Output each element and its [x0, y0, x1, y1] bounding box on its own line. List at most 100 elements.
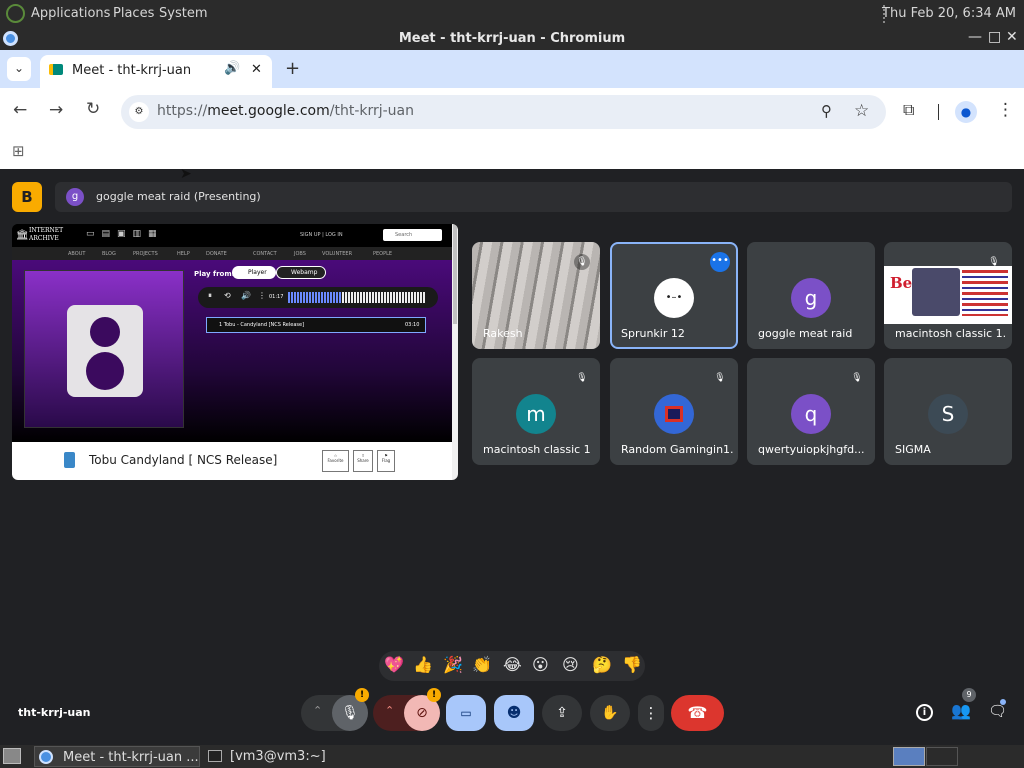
reaction-laugh[interactable]: 😂 — [503, 655, 522, 674]
applications-menu[interactable]: Applications — [31, 6, 110, 21]
participant-tile-macintosh-screen[interactable]: Be 🎙 macintosh classic 1... — [884, 242, 1012, 349]
participant-avatar — [654, 394, 694, 434]
pause-icon[interactable]: ⏸ — [208, 291, 212, 301]
reload-icon[interactable]: ↻ — [86, 99, 100, 119]
participant-tile-sprunkir[interactable]: ••• •–• Sprunkir 12 — [610, 242, 738, 349]
ia-nav-item: DONATE — [206, 251, 227, 257]
meet-stage: B g goggle meat raid (Presenting) 🏛 INTE… — [0, 169, 1024, 745]
shared-scrollbar[interactable] — [452, 224, 458, 480]
participant-tile-random[interactable]: 🎙 Random Gamingin1... — [610, 358, 738, 465]
zoom-icon[interactable]: ⚲ — [821, 102, 832, 120]
flag-button[interactable]: ⚑ Flag — [377, 450, 395, 472]
share-button[interactable]: ⇪ Share — [353, 450, 373, 472]
raise-hand-button[interactable]: ✋ — [590, 695, 630, 731]
reaction-thinking[interactable]: 🤔 — [592, 655, 612, 674]
bookmarks-bar: ⊞ — [0, 136, 1024, 169]
shared-screen[interactable]: 🏛 INTERNET ARCHIVE ▭▤▣▥▦ SIGN UP | LOG I… — [12, 224, 458, 480]
close-tab-icon[interactable]: ✕ — [251, 62, 262, 77]
more-vert-icon: ⋮ — [643, 704, 659, 722]
more-options-icon[interactable]: ••• — [710, 252, 730, 272]
ia-header: 🏛 INTERNET ARCHIVE ▭▤▣▥▦ SIGN UP | LOG I… — [12, 224, 452, 247]
gnome-top-panel: Applications Places System Thu Feb 20, 6… — [0, 0, 1024, 28]
end-call-button[interactable]: ☎ — [671, 695, 724, 731]
volume-icon[interactable]: 🔊 — [241, 291, 251, 300]
close-window-icon[interactable]: ✕ — [1006, 29, 1018, 45]
meeting-info-icon[interactable]: i — [916, 704, 933, 721]
tab-meet[interactable]: Meet - tht-krrj-uan 🔊 ✕ — [40, 55, 272, 88]
minimize-icon[interactable]: — — [968, 29, 982, 45]
workspace-switcher[interactable] — [893, 747, 925, 766]
address-bar[interactable]: ⚙ https://meet.google.com/tht-krrj-uan ⚲… — [121, 95, 886, 129]
webamp-toggle[interactable]: Webamp — [276, 266, 326, 279]
presenter-label: goggle meat raid (Presenting) — [96, 190, 261, 203]
present-button[interactable]: ⇪ — [542, 695, 582, 731]
loop-icon[interactable]: ⟲ — [224, 291, 231, 300]
favorite-button[interactable]: ☆ Favorite — [322, 450, 349, 472]
favorite-label: Favorite — [327, 458, 344, 463]
show-desktop-icon[interactable] — [3, 748, 21, 764]
waveform[interactable] — [288, 292, 426, 303]
menu-kebab-icon[interactable]: ⋮ — [997, 100, 1014, 120]
speaker-icon[interactable]: 🔊 — [224, 61, 240, 76]
gnome-logo-icon[interactable] — [6, 4, 25, 23]
terminal-icon — [208, 750, 222, 762]
tab-title: Meet - tht-krrj-uan — [72, 63, 192, 78]
participant-tile-macintosh[interactable]: 🎙 m macintosh classic 1 — [472, 358, 600, 465]
meet-logo-letter: B — [21, 188, 33, 206]
workspace-switcher-2[interactable] — [926, 747, 958, 766]
participant-avatar: •–• — [654, 278, 694, 318]
participant-tile-rakesh[interactable]: 🎙 Rakesh — [472, 242, 600, 349]
presenter-banner[interactable]: g goggle meat raid (Presenting) — [55, 182, 1012, 212]
mic-options-chevron-icon[interactable]: ⌃ — [313, 704, 322, 717]
places-menu[interactable]: Places — [113, 6, 154, 21]
apps-grid-icon[interactable]: ⊞ — [12, 142, 25, 160]
reaction-clap[interactable]: 👏 — [472, 655, 492, 674]
presenter-avatar: g — [66, 188, 84, 206]
participant-tile-goggle[interactable]: g goggle meat raid — [747, 242, 875, 349]
clock[interactable]: Thu Feb 20, 6:34 AM — [882, 6, 1016, 21]
chevron-down-icon: ⌄ — [13, 61, 25, 75]
screen-share-thumbnail: Be — [884, 266, 1012, 324]
taskbar-item-terminal[interactable]: [vm3@vm3:~] — [204, 746, 354, 767]
url-scheme: https:// — [157, 103, 208, 119]
reaction-heart[interactable]: 💖 — [384, 655, 404, 674]
participant-tile-qwerty[interactable]: 🎙 q qwertyuiopkjhgfd... — [747, 358, 875, 465]
meet-logo-badge[interactable]: B — [12, 182, 42, 212]
back-icon[interactable]: ← — [13, 100, 27, 120]
tab-search-button[interactable]: ⌄ — [7, 57, 31, 81]
forward-icon[interactable]: → — [49, 100, 63, 120]
taskbar-item-meet[interactable]: Meet - tht-krrj-uan ... — [34, 746, 200, 767]
system-menu[interactable]: System — [159, 6, 207, 21]
participant-tile-sigma[interactable]: S SIGMA — [884, 358, 1012, 465]
flag-label: Flag — [381, 458, 391, 463]
more-icon[interactable]: ⋮ — [258, 291, 266, 300]
maximize-icon[interactable]: □ — [988, 29, 1001, 45]
meeting-code: tht-krrj-uan — [18, 706, 91, 719]
new-tab-icon[interactable]: + — [285, 58, 300, 79]
reaction-sad[interactable]: 😢 — [562, 655, 579, 674]
bookmark-star-icon[interactable]: ☆ — [854, 101, 869, 121]
site-info-icon[interactable]: ⚙ — [129, 102, 149, 122]
people-count-badge: 9 — [962, 688, 976, 702]
player-toggle[interactable]: Player — [232, 266, 276, 279]
extensions-icon[interactable]: ⧉ — [903, 100, 914, 120]
camera-options-chevron-icon[interactable]: ⌃ — [385, 704, 394, 717]
reaction-surprised[interactable]: 😮 — [532, 655, 549, 674]
ia-logo-icon: 🏛 — [16, 230, 29, 241]
emoji-button[interactable]: ☻ — [494, 695, 534, 731]
share-label: Share — [357, 458, 369, 463]
reaction-party[interactable]: 🎉 — [443, 655, 463, 674]
reaction-thumbs-up[interactable]: 👍 — [413, 655, 433, 674]
camera-group: ⌃ ⊘ ! — [373, 688, 441, 731]
ia-nav-item: VOLUNTEER — [322, 251, 353, 257]
profile-icon[interactable]: ● — [955, 101, 977, 123]
emoji-icon: ☻ — [506, 705, 522, 721]
people-icon[interactable]: 👥 — [951, 701, 971, 720]
audio-player[interactable]: ⏸ ⟲ 🔊 ⋮ 01:17 — [198, 287, 438, 308]
more-options-button[interactable]: ⋮ — [638, 695, 664, 731]
captions-button[interactable]: ▭ — [446, 695, 486, 731]
reaction-thumbs-down[interactable]: 👎 — [622, 655, 642, 674]
mic-group: ⌃ 🎙 ! — [301, 688, 369, 731]
window-titlebar[interactable]: Meet - tht-krrj-uan - Chromium — □ ✕ — [0, 28, 1024, 50]
track-row[interactable]: 1 Tobu - Candyland [NCS Release] 03:10 — [206, 317, 426, 333]
